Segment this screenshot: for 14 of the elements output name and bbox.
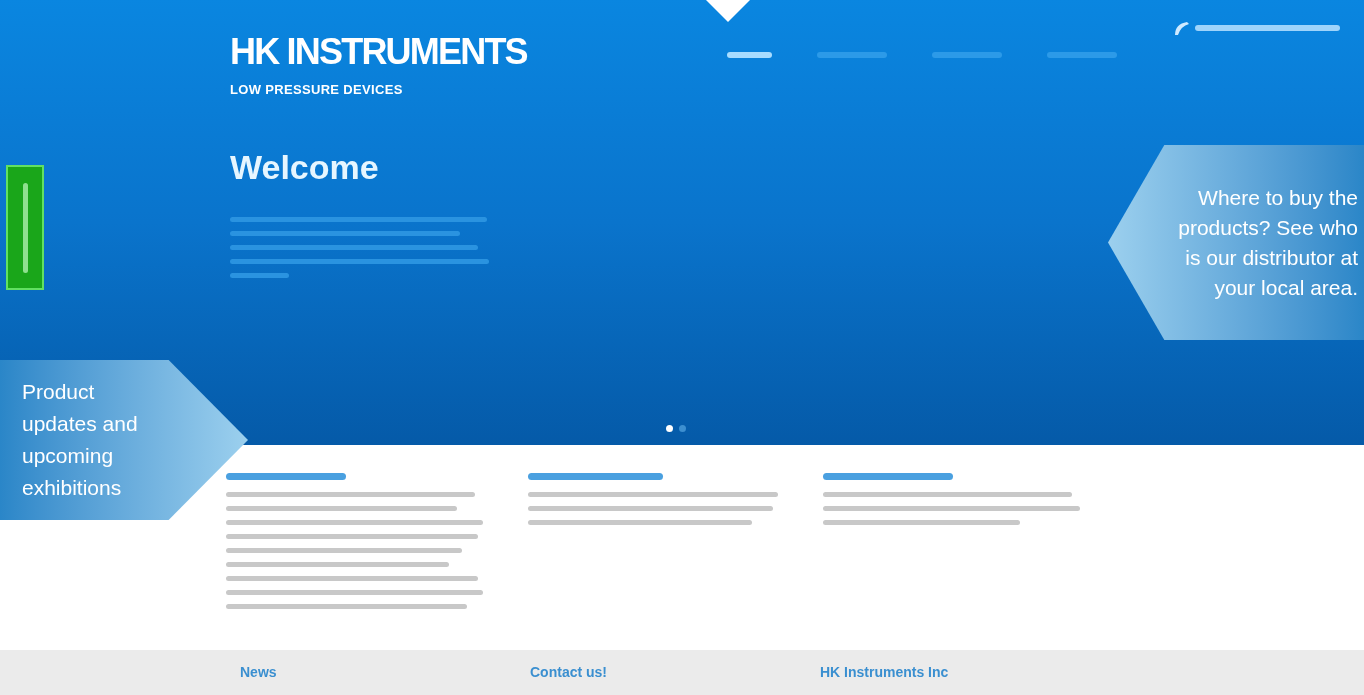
phone-icon — [1173, 20, 1191, 36]
logo: HK INSTRUMENTS — [230, 32, 527, 72]
callout: Product updates and upcoming exhibitions — [0, 360, 248, 520]
nav-link[interactable] — [816, 52, 887, 58]
feedback-tab[interactable] — [6, 165, 44, 290]
nav-link[interactable] — [931, 52, 1002, 58]
tagline: LOW PRESSURE DEVICES — [230, 81, 404, 99]
footer-heading: HK Instruments Inc — [820, 663, 950, 682]
footer-heading: News — [240, 663, 278, 682]
nav-link[interactable] — [1046, 52, 1117, 58]
footer-heading: Contact us! — [530, 663, 608, 682]
pointer-icon — [706, 0, 750, 22]
hero-title: Welcome — [230, 146, 380, 188]
nav-link[interactable] — [726, 52, 772, 58]
